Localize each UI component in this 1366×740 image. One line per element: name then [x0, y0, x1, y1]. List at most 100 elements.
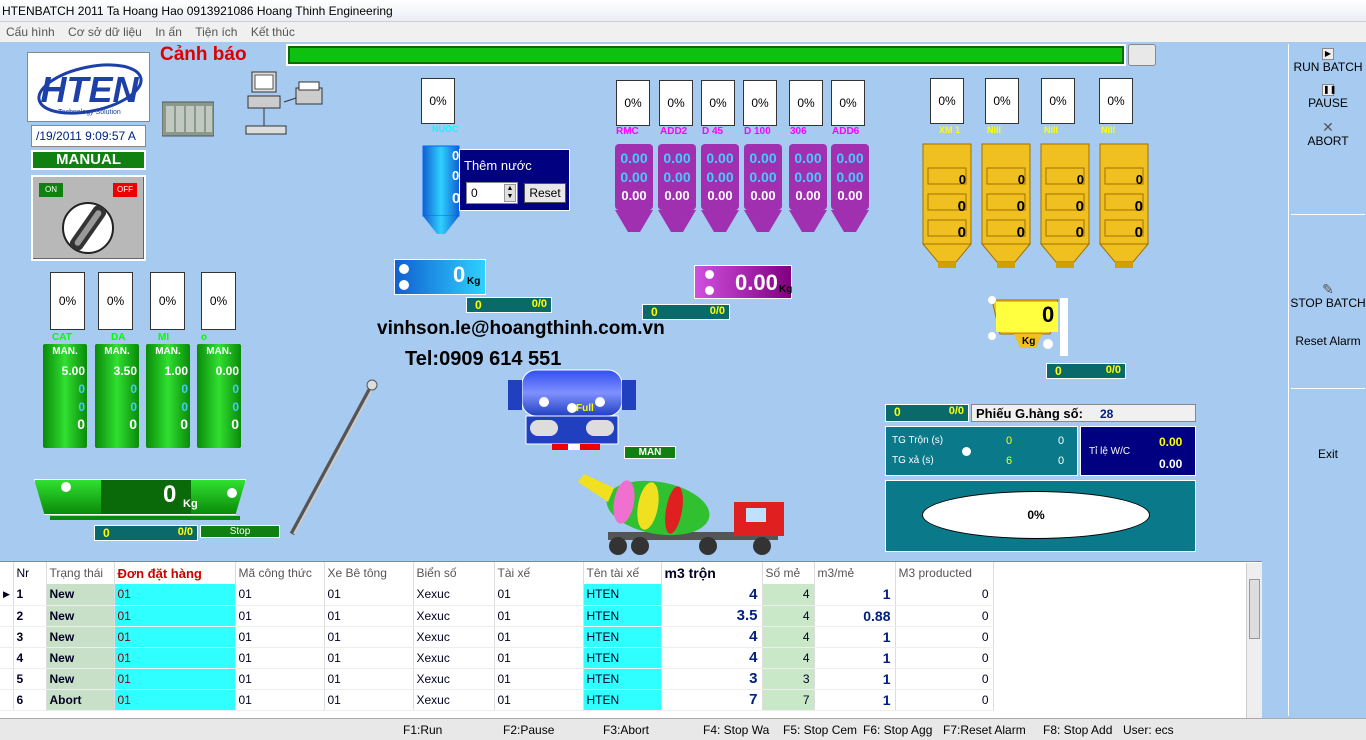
- col-plate[interactable]: Biển số: [413, 562, 495, 584]
- abort-button[interactable]: ✕ ABORT: [1289, 120, 1366, 148]
- run-batch-button[interactable]: ▶ RUN BATCH: [1289, 48, 1366, 74]
- col-truck[interactable]: Xe Bê tông: [324, 562, 414, 584]
- table-cell[interactable]: 0: [895, 605, 994, 627]
- table-cell[interactable]: 01: [235, 605, 325, 627]
- table-cell[interactable]: 01: [235, 584, 325, 606]
- table-cell[interactable]: 01: [494, 626, 584, 648]
- col-m3-per-batch[interactable]: m3/mẻ: [814, 562, 896, 584]
- table-cell[interactable]: HTEN: [583, 626, 662, 648]
- table-cell[interactable]: 5: [13, 668, 47, 690]
- table-cell[interactable]: 01: [114, 689, 236, 711]
- table-cell[interactable]: 4: [661, 647, 763, 669]
- col-driver[interactable]: Tài xế: [494, 562, 584, 584]
- col-batches[interactable]: Số mẻ: [762, 562, 815, 584]
- row-selector[interactable]: [0, 689, 14, 711]
- table-cell[interactable]: 01: [235, 668, 325, 690]
- alarm-button[interactable]: [1128, 44, 1156, 66]
- table-cell[interactable]: 1: [814, 668, 896, 690]
- table-cell[interactable]: 01: [324, 605, 414, 627]
- table-cell[interactable]: 01: [114, 668, 236, 690]
- pause-button[interactable]: ❚❚ PAUSE: [1289, 84, 1366, 110]
- mode-switch[interactable]: ON OFF: [31, 175, 146, 261]
- table-cell[interactable]: 01: [494, 647, 584, 669]
- table-cell[interactable]: New: [46, 584, 115, 606]
- menu-utilities[interactable]: Tiện ích: [195, 25, 237, 39]
- reset-water-button[interactable]: Reset: [524, 183, 566, 203]
- col-m3-mix[interactable]: m3 trộn: [661, 562, 763, 584]
- menu-database[interactable]: Cơ sở dữ liệu: [68, 25, 142, 39]
- table-cell[interactable]: 01: [324, 647, 414, 669]
- table-cell[interactable]: HTEN: [583, 584, 662, 606]
- table-cell[interactable]: 4: [762, 605, 815, 627]
- table-cell[interactable]: HTEN: [583, 605, 662, 627]
- table-cell[interactable]: Xexuc: [413, 689, 495, 711]
- col-status[interactable]: Trạng thái: [46, 562, 115, 584]
- row-selector[interactable]: [0, 626, 14, 648]
- table-cell[interactable]: 01: [494, 689, 584, 711]
- table-row[interactable]: 2 New 01 01 01 Xexuc 01 HTEN 3.5 4 0.88 0: [0, 605, 994, 627]
- table-cell[interactable]: 0: [895, 584, 994, 606]
- table-cell[interactable]: HTEN: [583, 668, 662, 690]
- table-cell[interactable]: New: [46, 647, 115, 669]
- table-cell[interactable]: 4: [762, 626, 815, 648]
- table-cell[interactable]: Xexuc: [413, 584, 495, 606]
- menu-config[interactable]: Cấu hình: [6, 25, 55, 39]
- table-cell[interactable]: 3: [661, 668, 763, 690]
- table-cell[interactable]: 0: [895, 647, 994, 669]
- table-row[interactable]: 3 New 01 01 01 Xexuc 01 HTEN 4 4 1 0: [0, 626, 994, 648]
- table-cell[interactable]: Xexuc: [413, 626, 495, 648]
- table-cell[interactable]: 01: [235, 647, 325, 669]
- table-cell[interactable]: 1: [814, 584, 896, 606]
- table-cell[interactable]: 01: [494, 668, 584, 690]
- table-cell[interactable]: 4: [13, 647, 47, 669]
- mode-indicator[interactable]: MANUAL: [31, 150, 146, 170]
- table-cell[interactable]: 01: [114, 584, 236, 606]
- table-cell[interactable]: 01: [324, 689, 414, 711]
- table-cell[interactable]: Xexuc: [413, 605, 495, 627]
- table-row[interactable]: 5 New 01 01 01 Xexuc 01 HTEN 3 3 1 0: [0, 668, 994, 690]
- table-cell[interactable]: 01: [235, 626, 325, 648]
- col-order[interactable]: Đơn đặt hàng: [114, 562, 236, 584]
- table-cell[interactable]: 6: [13, 689, 47, 711]
- table-cell[interactable]: 01: [114, 626, 236, 648]
- table-cell[interactable]: 4: [661, 626, 763, 648]
- table-cell[interactable]: 01: [494, 584, 584, 606]
- table-cell[interactable]: 1: [814, 689, 896, 711]
- table-cell[interactable]: 1: [814, 626, 896, 648]
- table-cell[interactable]: 7: [661, 689, 763, 711]
- table-cell[interactable]: 1: [814, 647, 896, 669]
- table-cell[interactable]: 0.88: [814, 605, 896, 627]
- table-cell[interactable]: 01: [114, 647, 236, 669]
- table-cell[interactable]: Abort: [46, 689, 115, 711]
- table-row[interactable]: 6 Abort 01 01 01 Xexuc 01 HTEN 7 7 1 0: [0, 689, 994, 711]
- table-cell[interactable]: 3: [762, 668, 815, 690]
- table-cell[interactable]: Xexuc: [413, 668, 495, 690]
- table-cell[interactable]: New: [46, 668, 115, 690]
- table-cell[interactable]: 01: [324, 626, 414, 648]
- table-cell[interactable]: 0: [895, 626, 994, 648]
- table-cell[interactable]: 2: [13, 605, 47, 627]
- row-selector[interactable]: [0, 647, 14, 669]
- table-cell[interactable]: HTEN: [583, 647, 662, 669]
- col-m3-produced[interactable]: M3 producted: [895, 562, 994, 584]
- add-water-spinner[interactable]: ▲ ▼: [504, 184, 516, 202]
- row-selector[interactable]: [0, 605, 14, 627]
- table-cell[interactable]: 1: [13, 584, 47, 606]
- table-cell[interactable]: 01: [494, 605, 584, 627]
- grid-scroll-thumb[interactable]: [1249, 579, 1260, 639]
- table-row[interactable]: ▶ 1 New 01 01 01 Xexuc 01 HTEN 4 4 1 0: [0, 584, 994, 606]
- col-driver-name[interactable]: Tên tài xế: [583, 562, 662, 584]
- row-selector[interactable]: [0, 668, 14, 690]
- table-cell[interactable]: 3: [13, 626, 47, 648]
- menu-exit[interactable]: Kết thúc: [251, 25, 295, 39]
- table-cell[interactable]: 0: [895, 668, 994, 690]
- table-cell[interactable]: 01: [324, 668, 414, 690]
- reset-alarm-button[interactable]: Reset Alarm: [1289, 334, 1366, 348]
- menu-print[interactable]: In ấn: [155, 25, 182, 39]
- mixer-mode[interactable]: MAN: [624, 446, 676, 459]
- table-cell[interactable]: 3.5: [661, 605, 763, 627]
- grid-scrollbar[interactable]: [1246, 563, 1262, 718]
- table-cell[interactable]: Xexuc: [413, 647, 495, 669]
- table-row[interactable]: 4 New 01 01 01 Xexuc 01 HTEN 4 4 1 0: [0, 647, 994, 669]
- table-cell[interactable]: 01: [235, 689, 325, 711]
